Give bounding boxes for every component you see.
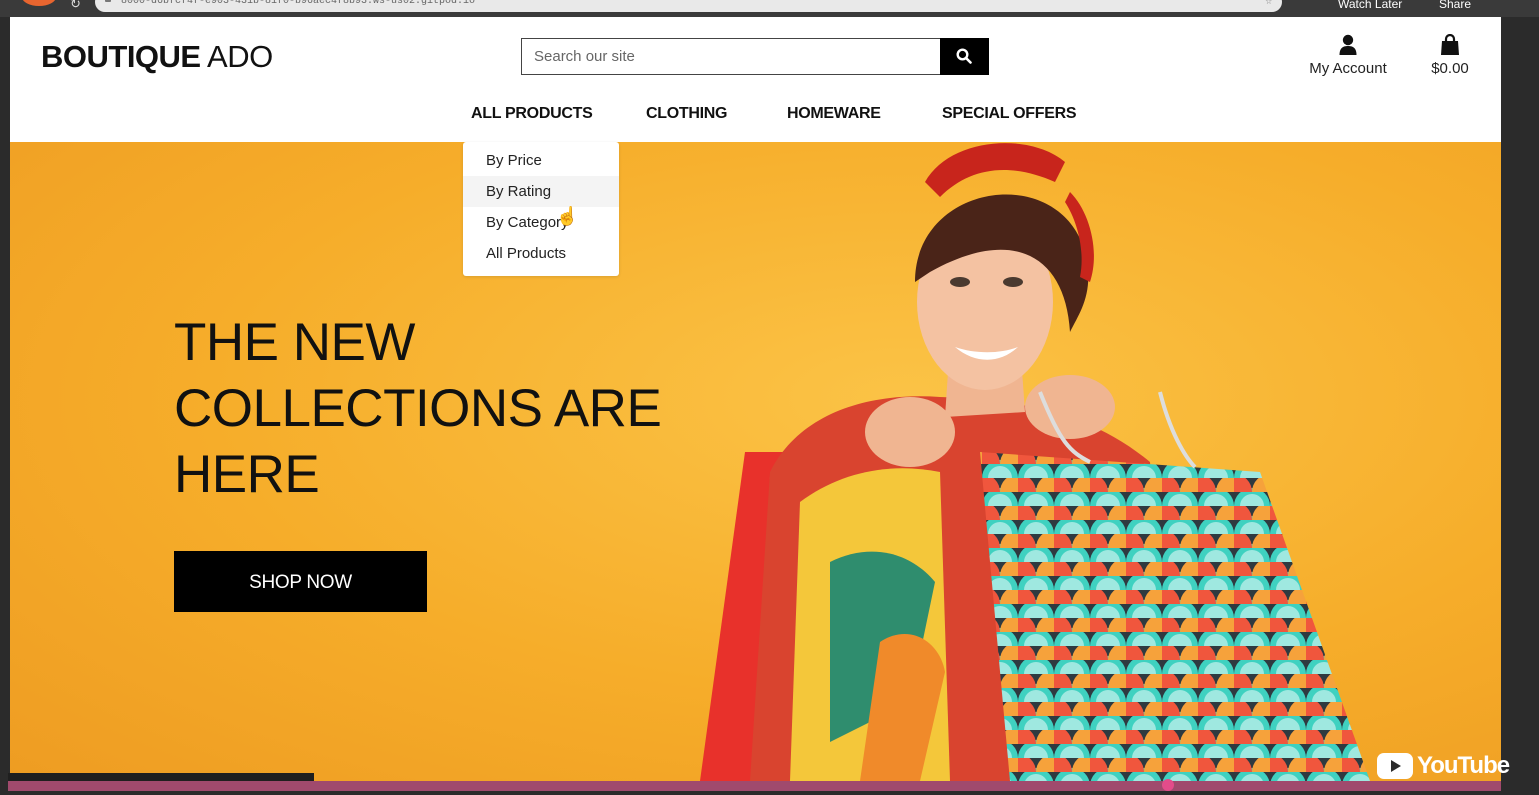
nav-all-products[interactable]: ALL PRODUCTS — [471, 105, 593, 123]
dropdown-item-all-products[interactable]: All Products — [463, 238, 619, 269]
user-icon — [1339, 34, 1357, 55]
shop-now-button[interactable]: SHOP NOW — [174, 551, 427, 612]
hero-title-line: COLLECTIONS ARE — [174, 379, 662, 438]
video-progress-handle[interactable] — [1162, 779, 1174, 791]
my-account-label: My Account — [1309, 60, 1387, 77]
search-form — [521, 38, 989, 75]
hero-title: THE NEW COLLECTIONS ARE HERE — [174, 310, 694, 508]
nav-special-offers[interactable]: SPECIAL OFFERS — [942, 105, 1077, 123]
hero-title-line: HERE — [174, 445, 320, 504]
url-text: 8000-d6bfcf4f-e903-431b-81f0-b96aec4f8b9… — [121, 0, 476, 7]
brand-logo[interactable]: BOUTIQUE ADO — [41, 39, 273, 75]
search-input[interactable] — [521, 38, 941, 75]
search-icon — [956, 48, 972, 64]
hero-title-line: THE NEW — [174, 313, 415, 372]
bookmark-star-icon[interactable]: ☆ — [1265, 0, 1272, 12]
reload-icon[interactable]: ↻ — [70, 0, 81, 12]
hero-banner: THE NEW COLLECTIONS ARE HERE SHOP NOW — [10, 142, 1501, 781]
all-products-dropdown: By Price By Rating By Category All Produ… — [463, 142, 619, 276]
youtube-play-icon — [1377, 753, 1413, 779]
dropdown-item-by-price[interactable]: By Price — [463, 145, 619, 176]
browser-status-bar — [8, 773, 314, 781]
shopping-bag-icon — [1441, 34, 1459, 55]
site-header: BOUTIQUE ADO My Account — [10, 17, 1501, 142]
video-frame-right — [1501, 17, 1515, 781]
watch-later-button[interactable]: Watch Later — [1338, 0, 1402, 11]
my-account-link[interactable]: My Account — [1298, 34, 1398, 82]
main-nav: ALL PRODUCTS CLOTHING HOMEWARE SPECIAL O… — [10, 105, 1501, 127]
youtube-wordmark: YouTube — [1417, 752, 1510, 779]
browser-logo-icon — [22, 0, 56, 6]
video-progress-bar[interactable] — [8, 781, 1501, 791]
bag-total: $0.00 — [1431, 60, 1469, 77]
brand-light: ADO — [207, 39, 273, 74]
video-frame-left — [0, 17, 10, 781]
youtube-logo[interactable]: YouTube — [1377, 750, 1510, 780]
shopping-bag-link[interactable]: $0.00 — [1420, 34, 1480, 82]
search-button[interactable] — [940, 38, 989, 75]
dropdown-item-by-category[interactable]: By Category — [463, 207, 619, 238]
nav-clothing[interactable]: CLOTHING — [646, 105, 727, 123]
lock-icon — [105, 0, 111, 2]
video-top-bar: ↻ 8000-d6bfcf4f-e903-431b-81f0-b96aec4f8… — [0, 0, 1539, 17]
hand-cursor-icon: ☝ — [556, 206, 579, 226]
page: BOUTIQUE ADO My Account — [10, 17, 1501, 781]
address-bar[interactable]: 8000-d6bfcf4f-e903-431b-81f0-b96aec4f8b9… — [95, 0, 1282, 12]
dropdown-item-by-rating[interactable]: By Rating — [463, 176, 619, 207]
brand-bold: BOUTIQUE — [41, 39, 201, 74]
share-button[interactable]: Share — [1439, 0, 1471, 11]
nav-homeware[interactable]: HOMEWARE — [787, 105, 881, 123]
